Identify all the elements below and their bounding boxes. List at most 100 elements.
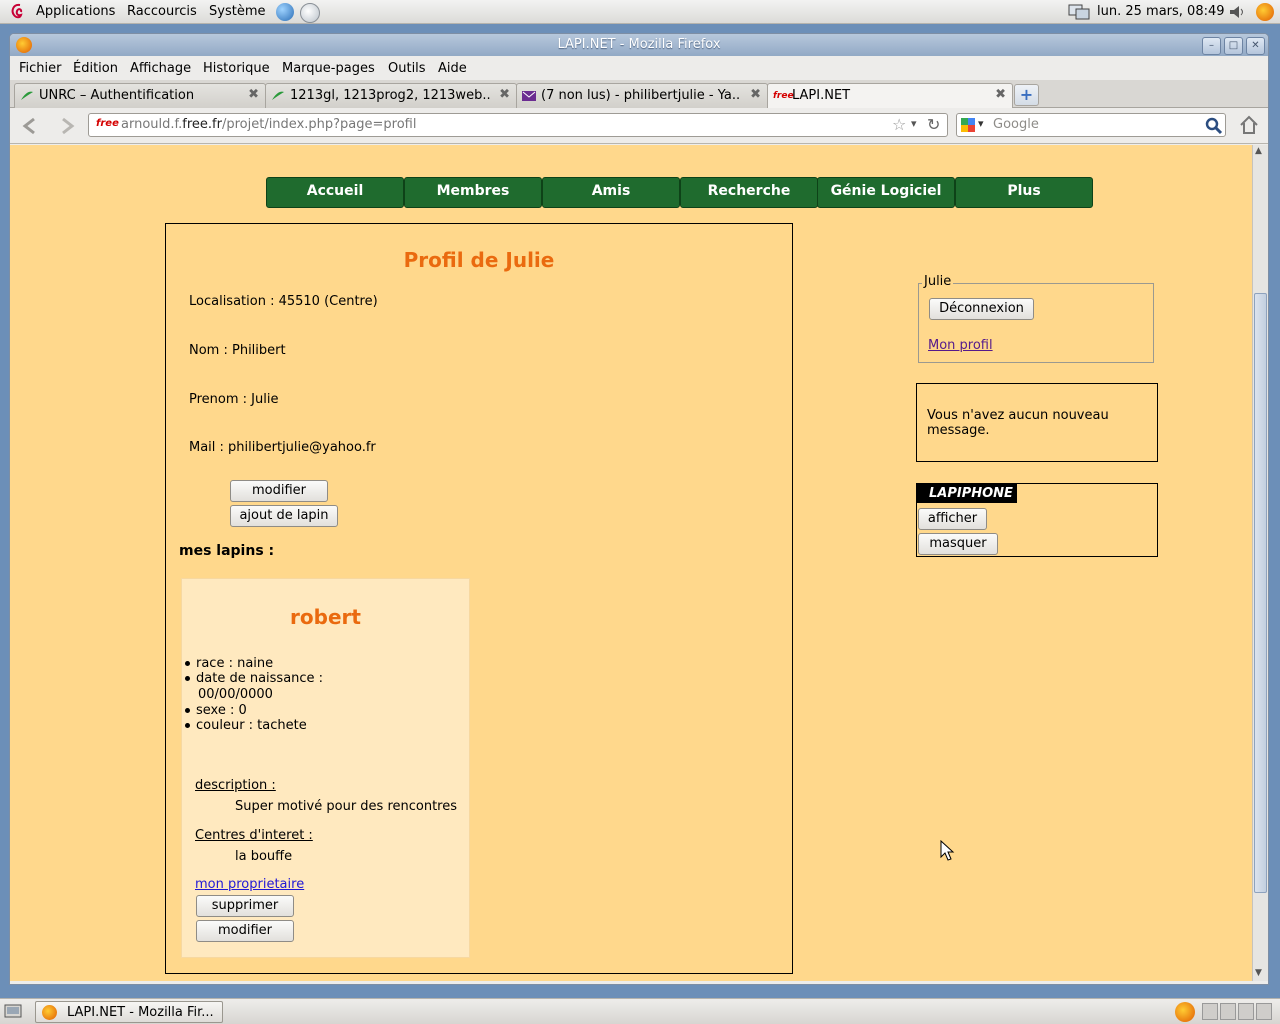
logout-button[interactable]: Déconnexion — [929, 298, 1034, 320]
modify-lapin-button[interactable]: modifier — [196, 920, 294, 942]
tab-label: UNRC – Authentification — [39, 88, 195, 103]
unrc-leaf-icon — [21, 91, 33, 100]
url-text[interactable]: arnould.f.free.fr/projet/index.php?page=… — [121, 117, 416, 132]
tab-label: 1213gl, 1213prog2, 1213web... — [290, 88, 490, 103]
tab-label: LAPI.NET — [792, 88, 851, 103]
list-item: sexe : 0 — [185, 703, 247, 718]
tab-yahoo-mail[interactable]: (7 non lus) - philibertjulie - Ya... ✖ — [516, 83, 768, 109]
engine-dropdown-icon[interactable]: ▾ — [978, 117, 984, 130]
minimize-button[interactable]: – — [1202, 37, 1221, 55]
page-viewport: Accueil Membres Amis Recherche Génie Log… — [10, 145, 1252, 981]
lapiphone-box: LAPIPHONE afficher masquer — [916, 483, 1158, 557]
login-fieldset: Déconnexion Mon profil — [918, 283, 1154, 363]
menu-system[interactable]: Système — [209, 4, 265, 19]
my-profile-link[interactable]: Mon profil — [928, 338, 993, 353]
reload-icon[interactable]: ↻ — [927, 115, 940, 134]
network-icon[interactable] — [1068, 3, 1090, 21]
tab-unrc-auth[interactable]: UNRC – Authentification ✖ — [14, 83, 266, 109]
interests-text: la bouffe — [235, 849, 293, 864]
tab-label: (7 non lus) - philibertjulie - Ya... — [541, 88, 741, 103]
description-label: description : — [195, 778, 276, 793]
window-title: LAPI.NET - Mozilla Firefox — [557, 37, 721, 52]
menu-bar: Fichier Édition Affichage Historique Mar… — [10, 56, 1268, 80]
vertical-scrollbar[interactable]: ▲ ▼ — [1252, 145, 1268, 981]
messages-box: Vous n'avez aucun nouveau message. — [916, 383, 1158, 462]
modify-profile-button[interactable]: modifier — [230, 480, 328, 502]
url-bar[interactable]: free arnould.f.free.fr/projet/index.php?… — [88, 113, 948, 137]
mail-launcher-icon[interactable] — [300, 3, 320, 23]
web-browser-launcher-icon[interactable] — [276, 3, 294, 21]
workspace-firefox-icon[interactable] — [1175, 1002, 1195, 1022]
unrc-leaf-icon — [272, 91, 284, 100]
url-history-dropdown-icon[interactable]: ▾ — [911, 117, 917, 130]
debian-logo-icon[interactable] — [8, 2, 26, 22]
google-engine-icon[interactable] — [961, 118, 975, 132]
profile-panel: Profil de Julie Localisation : 45510 (Ce… — [165, 223, 793, 974]
owner-link[interactable]: mon proprietaire — [195, 877, 304, 892]
menu-edition[interactable]: Édition — [73, 61, 118, 76]
show-lapiphone-button[interactable]: afficher — [918, 508, 987, 530]
site-nav-accueil[interactable]: Accueil — [266, 177, 404, 208]
menu-aide[interactable]: Aide — [438, 61, 467, 76]
tab-1213gl[interactable]: 1213gl, 1213prog2, 1213web... ✖ — [265, 83, 517, 109]
site-nav-amis[interactable]: Amis — [542, 177, 680, 208]
login-legend: Julie — [922, 274, 954, 289]
search-bar[interactable]: ▾ Google — [956, 113, 1226, 137]
menu-outils[interactable]: Outils — [388, 61, 426, 76]
menu-fichier[interactable]: Fichier — [19, 61, 62, 76]
close-window-button[interactable]: ✕ — [1246, 37, 1265, 55]
firefox-task-icon — [42, 1005, 57, 1020]
add-lapin-button[interactable]: ajout de lapin — [230, 505, 338, 527]
site-identity-free-icon[interactable]: free — [96, 118, 119, 129]
bookmark-star-icon[interactable]: ☆ — [892, 115, 906, 134]
list-item: race : naine — [185, 656, 273, 671]
menu-shortcuts[interactable]: Raccourcis — [127, 4, 197, 19]
menu-affichage[interactable]: Affichage — [130, 61, 191, 76]
hide-lapiphone-button[interactable]: masquer — [918, 533, 998, 555]
bottom-panel: LAPI.NET - Mozilla Fir... — [0, 998, 1280, 1024]
profile-prenom: Prenom : Julie — [189, 392, 279, 407]
scroll-up-arrow-icon[interactable]: ▲ — [1255, 146, 1262, 156]
search-icon[interactable] — [1205, 117, 1223, 135]
site-nav-genie-logiciel[interactable]: Génie Logiciel — [817, 177, 955, 208]
messages-text-line2: message. — [927, 423, 990, 438]
taskbar-firefox-button[interactable]: LAPI.NET - Mozilla Fir... — [35, 1001, 223, 1023]
tab-lapi-net[interactable]: free LAPI.NET ✖ — [767, 83, 1013, 110]
back-arrow-icon[interactable] — [20, 116, 42, 136]
volume-icon[interactable] — [1228, 4, 1246, 20]
lapiphone-title: LAPIPHONE — [917, 484, 1017, 503]
workspace-3[interactable] — [1238, 1003, 1254, 1020]
close-tab-icon[interactable]: ✖ — [499, 87, 510, 102]
forward-arrow-icon[interactable] — [56, 116, 78, 136]
home-icon[interactable] — [1238, 114, 1260, 136]
profile-localisation: Localisation : 45510 (Centre) — [189, 294, 378, 309]
clock[interactable]: lun. 25 mars, 08:49 — [1097, 4, 1225, 19]
scrollbar-thumb[interactable] — [1254, 293, 1267, 893]
show-desktop-icon[interactable] — [4, 1004, 22, 1019]
delete-lapin-button[interactable]: supprimer — [196, 895, 294, 917]
new-tab-button[interactable]: + — [1014, 84, 1039, 106]
site-nav-plus[interactable]: Plus — [955, 177, 1093, 208]
menu-historique[interactable]: Historique — [203, 61, 270, 76]
navigation-toolbar: free arnould.f.free.fr/projet/index.php?… — [10, 108, 1268, 144]
firefox-tray-icon[interactable] — [1256, 3, 1274, 21]
list-item: couleur : tachete — [185, 718, 307, 733]
close-tab-icon[interactable]: ✖ — [995, 87, 1006, 102]
lapin-name: robert — [290, 605, 361, 629]
menu-applications[interactable]: Applications — [36, 4, 115, 19]
messages-text-line1: Vous n'avez aucun nouveau — [927, 408, 1109, 423]
site-nav-recherche[interactable]: Recherche — [680, 177, 818, 208]
menu-marque-pages[interactable]: Marque-pages — [282, 61, 375, 76]
scroll-down-arrow-icon[interactable]: ▼ — [1255, 968, 1262, 978]
workspace-4[interactable] — [1256, 1003, 1272, 1020]
workspace-1[interactable] — [1202, 1003, 1218, 1020]
mouse-pointer-icon — [940, 840, 955, 861]
close-tab-icon[interactable]: ✖ — [248, 87, 259, 102]
workspace-2[interactable] — [1220, 1003, 1236, 1020]
interests-label: Centres d'interet : — [195, 828, 313, 843]
maximize-button[interactable]: □ — [1224, 37, 1243, 55]
close-tab-icon[interactable]: ✖ — [750, 87, 761, 102]
title-bar[interactable]: LAPI.NET - Mozilla Firefox – □ ✕ — [10, 34, 1268, 56]
site-nav-membres[interactable]: Membres — [404, 177, 542, 208]
search-input[interactable]: Google — [993, 117, 1039, 132]
